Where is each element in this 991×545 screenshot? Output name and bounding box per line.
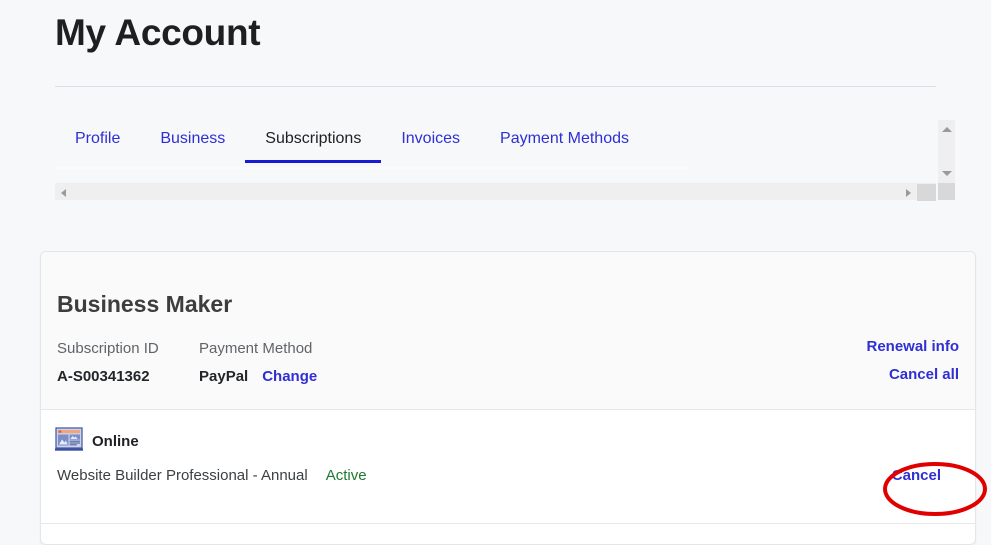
subscription-id-value: A-S00341362: [57, 368, 150, 385]
renewal-info-link[interactable]: Renewal info: [866, 336, 959, 358]
account-tabs: Profile Business Subscriptions Invoices …: [55, 120, 936, 176]
tab-invoices[interactable]: Invoices: [381, 120, 480, 163]
tab-subscriptions[interactable]: Subscriptions: [245, 120, 382, 163]
scroll-left-arrow-icon[interactable]: [55, 184, 72, 201]
subscription-card-header: Business Maker Subscription ID A-S003413…: [41, 252, 975, 410]
plan-name: Business Maker: [57, 291, 233, 317]
tab-profile[interactable]: Profile: [55, 120, 140, 163]
website-page-icon: [55, 427, 83, 457]
payment-method-column: Payment Method PayPal Change: [199, 338, 317, 388]
payment-method-label: Payment Method: [199, 340, 313, 357]
subscription-id-label: Subscription ID: [57, 340, 159, 357]
vertical-scrollbar[interactable]: [938, 120, 955, 200]
tab-payment-methods[interactable]: Payment Methods: [480, 120, 649, 163]
subscription-card-body: Online Website Builder Professional - An…: [41, 410, 975, 524]
card-header-actions: Renewal info Cancel all: [866, 336, 959, 386]
horizontal-scrollbar[interactable]: [55, 183, 936, 201]
product-group-header: Online: [55, 427, 139, 457]
scrollbar-corner: [917, 184, 936, 201]
product-name: Website Builder Professional - Annual: [57, 467, 308, 484]
scroll-right-arrow-icon[interactable]: [900, 184, 917, 201]
scroll-up-arrow-icon[interactable]: [938, 121, 955, 138]
vertical-scrollbar-corner: [938, 183, 955, 200]
tab-list: Profile Business Subscriptions Invoices …: [55, 120, 649, 170]
tab-baseline: [55, 167, 690, 169]
status-badge: Active: [325, 467, 367, 484]
payment-method-value: PayPal: [199, 368, 249, 385]
subscription-id-column: Subscription ID A-S00341362: [57, 338, 159, 388]
payment-method-value-row: PayPal Change: [199, 366, 317, 388]
tab-business[interactable]: Business: [140, 120, 245, 163]
change-payment-method-link[interactable]: Change: [262, 366, 317, 388]
product-group-label: Online: [92, 433, 139, 450]
subscription-card: Business Maker Subscription ID A-S003413…: [40, 251, 976, 545]
scroll-down-arrow-icon[interactable]: [938, 165, 955, 182]
page-title: My Account: [55, 12, 261, 53]
cancel-subscription-link[interactable]: Cancel: [892, 465, 959, 487]
cancel-all-link[interactable]: Cancel all: [866, 364, 959, 386]
title-divider: [55, 86, 936, 87]
product-row: Website Builder Professional - Annual Ac…: [57, 465, 959, 487]
